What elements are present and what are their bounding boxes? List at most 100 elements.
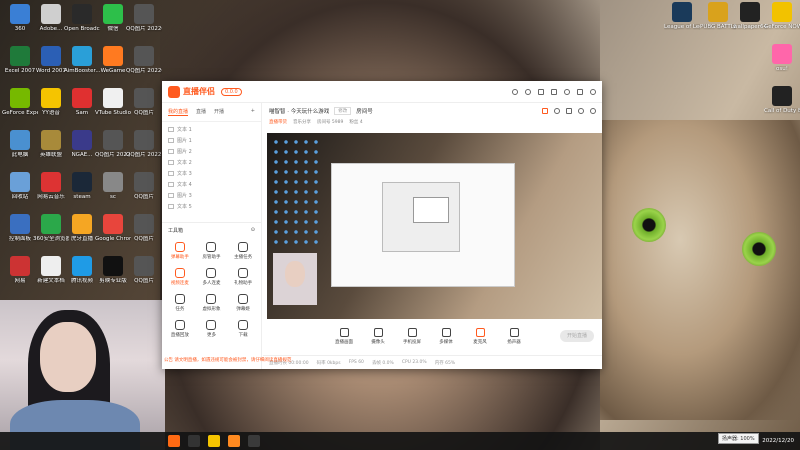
scene-item[interactable]: 图片 3 <box>168 190 255 201</box>
tool-icon <box>174 294 185 304</box>
tool-item[interactable]: 弹幕姬 <box>227 294 259 312</box>
desktop-icon[interactable]: osu! <box>764 44 800 72</box>
scene-label: 图片 2 <box>177 149 192 155</box>
left-panel: 我的直播 直播 开播 + 文本 1 图片 1 图片 2 文本 2 文本 3 文本 4 图片 … <box>162 103 262 369</box>
scene-label: 图片 3 <box>177 193 192 199</box>
room-sub-item: 直播带货 <box>269 120 287 125</box>
eye-icon[interactable] <box>168 204 174 209</box>
skin-icon[interactable] <box>512 88 518 95</box>
toolbox-grid: 弹幕助手 房管助手 主播任务视频连麦 多人连麦 礼物助手任务 虚拟形象 弹幕姬直播回放 更多 下… <box>162 238 261 342</box>
desktop-icon[interactable]: PUBG BATTLEGR... <box>700 2 736 30</box>
minimize-icon[interactable] <box>564 88 570 95</box>
scene-item[interactable]: 文本 1 <box>168 124 255 135</box>
desktop-icon[interactable]: League of Legends <box>664 2 700 30</box>
eye-icon[interactable] <box>168 193 174 198</box>
desktop-icon[interactable]: QQ图片 20220821... <box>126 46 162 74</box>
eye-icon[interactable] <box>168 149 174 154</box>
eye-icon[interactable] <box>168 160 174 165</box>
maximize-icon[interactable] <box>577 88 583 95</box>
taskbar-app-icon[interactable] <box>248 435 260 447</box>
control-icon <box>373 327 383 337</box>
desktop-icon-label: QQ图片 <box>134 236 154 242</box>
tab-1[interactable]: 直播 <box>196 108 206 116</box>
tool-item[interactable]: 直播回放 <box>164 320 196 338</box>
settings-icon[interactable] <box>538 88 544 95</box>
app-icon <box>72 130 92 150</box>
tool-item[interactable]: 房管助手 <box>196 242 228 260</box>
status-item: CPU 23.0% <box>401 360 427 365</box>
share-icon[interactable] <box>542 108 548 114</box>
scene-item[interactable]: 文本 5 <box>168 201 255 212</box>
tool-item[interactable]: 虚拟形象 <box>196 294 228 312</box>
room-edit-button[interactable]: 修改 <box>334 107 352 115</box>
tab-2[interactable]: 开播 <box>214 108 224 116</box>
toolbox-more-icon[interactable]: ⊙ <box>251 227 255 234</box>
app-icon <box>134 256 154 276</box>
desktop-icon[interactable]: GeForce NOW <box>764 2 800 30</box>
scene-label: 文本 2 <box>177 160 192 166</box>
tool-item[interactable]: 下载 <box>227 320 259 338</box>
live-preview[interactable] <box>267 133 602 319</box>
control-icon <box>475 327 485 337</box>
version-badge: 0.0.0 <box>221 87 242 96</box>
share-link-icon[interactable] <box>590 108 596 114</box>
lock-icon[interactable] <box>554 108 560 114</box>
desktop-icon[interactable]: wallpaper64 <box>732 2 768 30</box>
tool-item[interactable]: 多人连麦 <box>196 268 228 286</box>
taskbar-app-icon[interactable] <box>228 435 240 447</box>
desktop-icon[interactable]: Call of Duty Black Ops 4 <box>764 86 800 114</box>
bell-icon[interactable] <box>578 108 584 114</box>
tool-item[interactable]: 礼物助手 <box>227 268 259 286</box>
control-label: 麦克风 <box>473 339 487 345</box>
tool-item[interactable]: 主播任务 <box>227 242 259 260</box>
taskbar-app-icon[interactable] <box>208 435 220 447</box>
scene-item[interactable]: 文本 2 <box>168 157 255 168</box>
eye-icon[interactable] <box>168 138 174 143</box>
tool-label: 视频连麦 <box>170 281 189 286</box>
scene-tabs: 我的直播 直播 开播 + <box>162 103 261 122</box>
tool-item[interactable]: 弹幕助手 <box>164 242 196 260</box>
control-button[interactable]: 摄像头 <box>367 327 389 345</box>
scene-item[interactable]: 图片 2 <box>168 146 255 157</box>
control-button[interactable]: 扬声器 <box>503 327 525 345</box>
right-panel: 喵智智 · 今天玩什么游戏 修改 房间号 直播带货 音乐分享 房间号 5989 粉丝 … <box>263 103 602 369</box>
close-icon[interactable] <box>590 88 596 95</box>
help-icon[interactable] <box>525 88 531 95</box>
desktop-icon[interactable]: QQ图片 <box>126 256 162 284</box>
app-icon <box>103 88 123 108</box>
desktop-icon[interactable]: QQ图片 2022... <box>126 130 162 158</box>
add-scene-icon[interactable]: + <box>251 108 255 116</box>
desktop-icon[interactable]: QQ图片 20220821... <box>126 4 162 32</box>
taskbar-app-icon[interactable] <box>188 435 200 447</box>
scene-item[interactable]: 图片 1 <box>168 135 255 146</box>
tool-item[interactable]: 更多 <box>196 320 228 338</box>
tab-0[interactable]: 我的直播 <box>168 108 189 116</box>
start-live-button[interactable]: 开始直播 <box>560 330 594 342</box>
eye-icon[interactable] <box>168 127 174 132</box>
control-button[interactable]: 直播画面 <box>333 327 355 345</box>
taskbar-app-icon[interactable] <box>168 435 180 447</box>
app-icon <box>10 46 30 66</box>
preview-webcam <box>273 253 317 305</box>
desktop-icon[interactable]: QQ图片 <box>126 214 162 242</box>
scene-item[interactable]: 文本 3 <box>168 168 255 179</box>
eye-icon[interactable] <box>168 171 174 176</box>
tool-item[interactable]: 任务 <box>164 294 196 312</box>
volume-tooltip: 扬声器: 100% <box>718 433 759 444</box>
tool-item[interactable]: 视频连麦 <box>164 268 196 286</box>
control-button[interactable]: 手机投屏 <box>401 327 423 345</box>
app-icon <box>740 2 760 22</box>
webcam-overlay <box>0 300 165 450</box>
mail-icon[interactable] <box>551 88 557 95</box>
tool-label: 弹幕助手 <box>170 255 189 260</box>
room-title[interactable]: 喵智智 · 今天玩什么游戏 <box>269 107 329 115</box>
control-button[interactable]: 麦克风 <box>469 327 491 345</box>
scene-item[interactable]: 文本 4 <box>168 179 255 190</box>
tool-label: 直播回放 <box>170 333 189 338</box>
eye-icon[interactable] <box>168 182 174 187</box>
clock[interactable]: 2022/12/20 <box>762 438 794 445</box>
desktop-icon[interactable]: QQ图片 <box>126 172 162 200</box>
layout-icon[interactable] <box>566 108 572 114</box>
control-button[interactable]: 多媒体 <box>435 327 457 345</box>
desktop-icon[interactable]: QQ图片 <box>126 88 162 116</box>
